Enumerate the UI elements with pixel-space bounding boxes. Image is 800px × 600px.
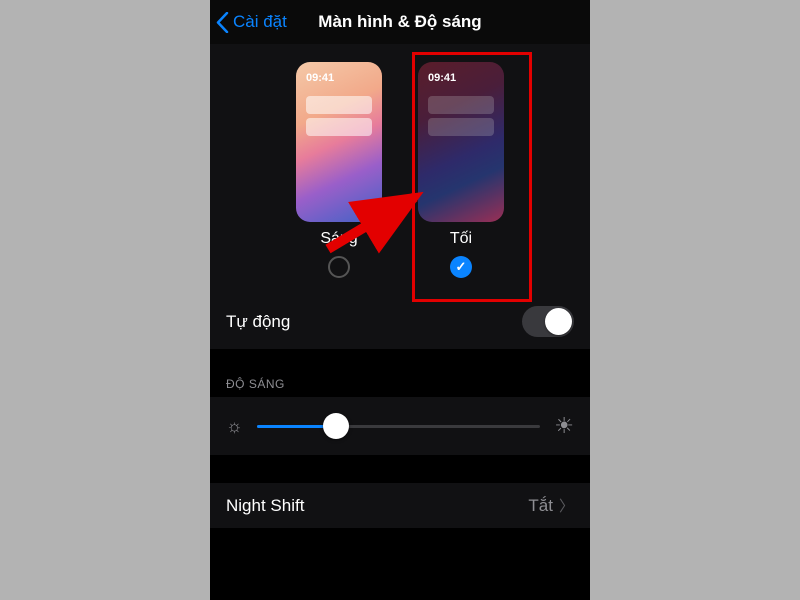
preview-widget	[428, 96, 494, 114]
automatic-row: Tự động	[210, 294, 590, 349]
back-label: Cài đặt	[233, 12, 287, 32]
radio-light[interactable]	[328, 256, 350, 278]
chevron-left-icon	[216, 12, 229, 33]
separator	[210, 455, 590, 465]
navbar: Cài đặt Màn hình & Độ sáng	[210, 0, 590, 44]
appearance-option-dark[interactable]: 09:41 Tối	[418, 62, 504, 278]
preview-widget	[306, 118, 372, 136]
toggle-knob	[545, 308, 572, 335]
preview-widget	[428, 118, 494, 136]
preview-time: 09:41	[428, 72, 456, 84]
brightness-header: ĐỘ SÁNG	[210, 359, 590, 397]
separator	[210, 349, 590, 359]
appearance-option-light[interactable]: 09:41 Sáng	[296, 62, 382, 278]
slider-thumb[interactable]	[323, 413, 349, 439]
chevron-right-icon: 〉	[559, 495, 574, 516]
light-label: Sáng	[320, 230, 357, 248]
back-button[interactable]: Cài đặt	[210, 12, 287, 33]
spacer	[210, 465, 590, 483]
night-shift-value-wrap: Tắt 〉	[528, 495, 574, 516]
settings-screen: Cài đặt Màn hình & Độ sáng 09:41 Sáng 09…	[210, 0, 590, 600]
brightness-slider-row: ☼ ☀	[210, 397, 590, 455]
preview-widget	[306, 96, 372, 114]
night-shift-value: Tắt	[528, 496, 553, 516]
preview-time: 09:41	[306, 72, 334, 84]
sun-small-icon: ☼	[226, 416, 243, 437]
appearance-section: 09:41 Sáng 09:41 Tối	[210, 44, 590, 294]
sun-large-icon: ☀	[554, 413, 574, 439]
night-shift-row[interactable]: Night Shift Tắt 〉	[210, 483, 590, 528]
night-shift-label: Night Shift	[226, 496, 304, 516]
automatic-label: Tự động	[226, 312, 290, 332]
brightness-slider[interactable]	[257, 425, 541, 428]
automatic-toggle[interactable]	[522, 306, 574, 337]
content: 09:41 Sáng 09:41 Tối	[210, 44, 590, 600]
radio-dark[interactable]	[450, 256, 472, 278]
separator	[210, 528, 590, 538]
preview-dark: 09:41	[418, 62, 504, 222]
preview-light: 09:41	[296, 62, 382, 222]
dark-label: Tối	[450, 230, 472, 248]
